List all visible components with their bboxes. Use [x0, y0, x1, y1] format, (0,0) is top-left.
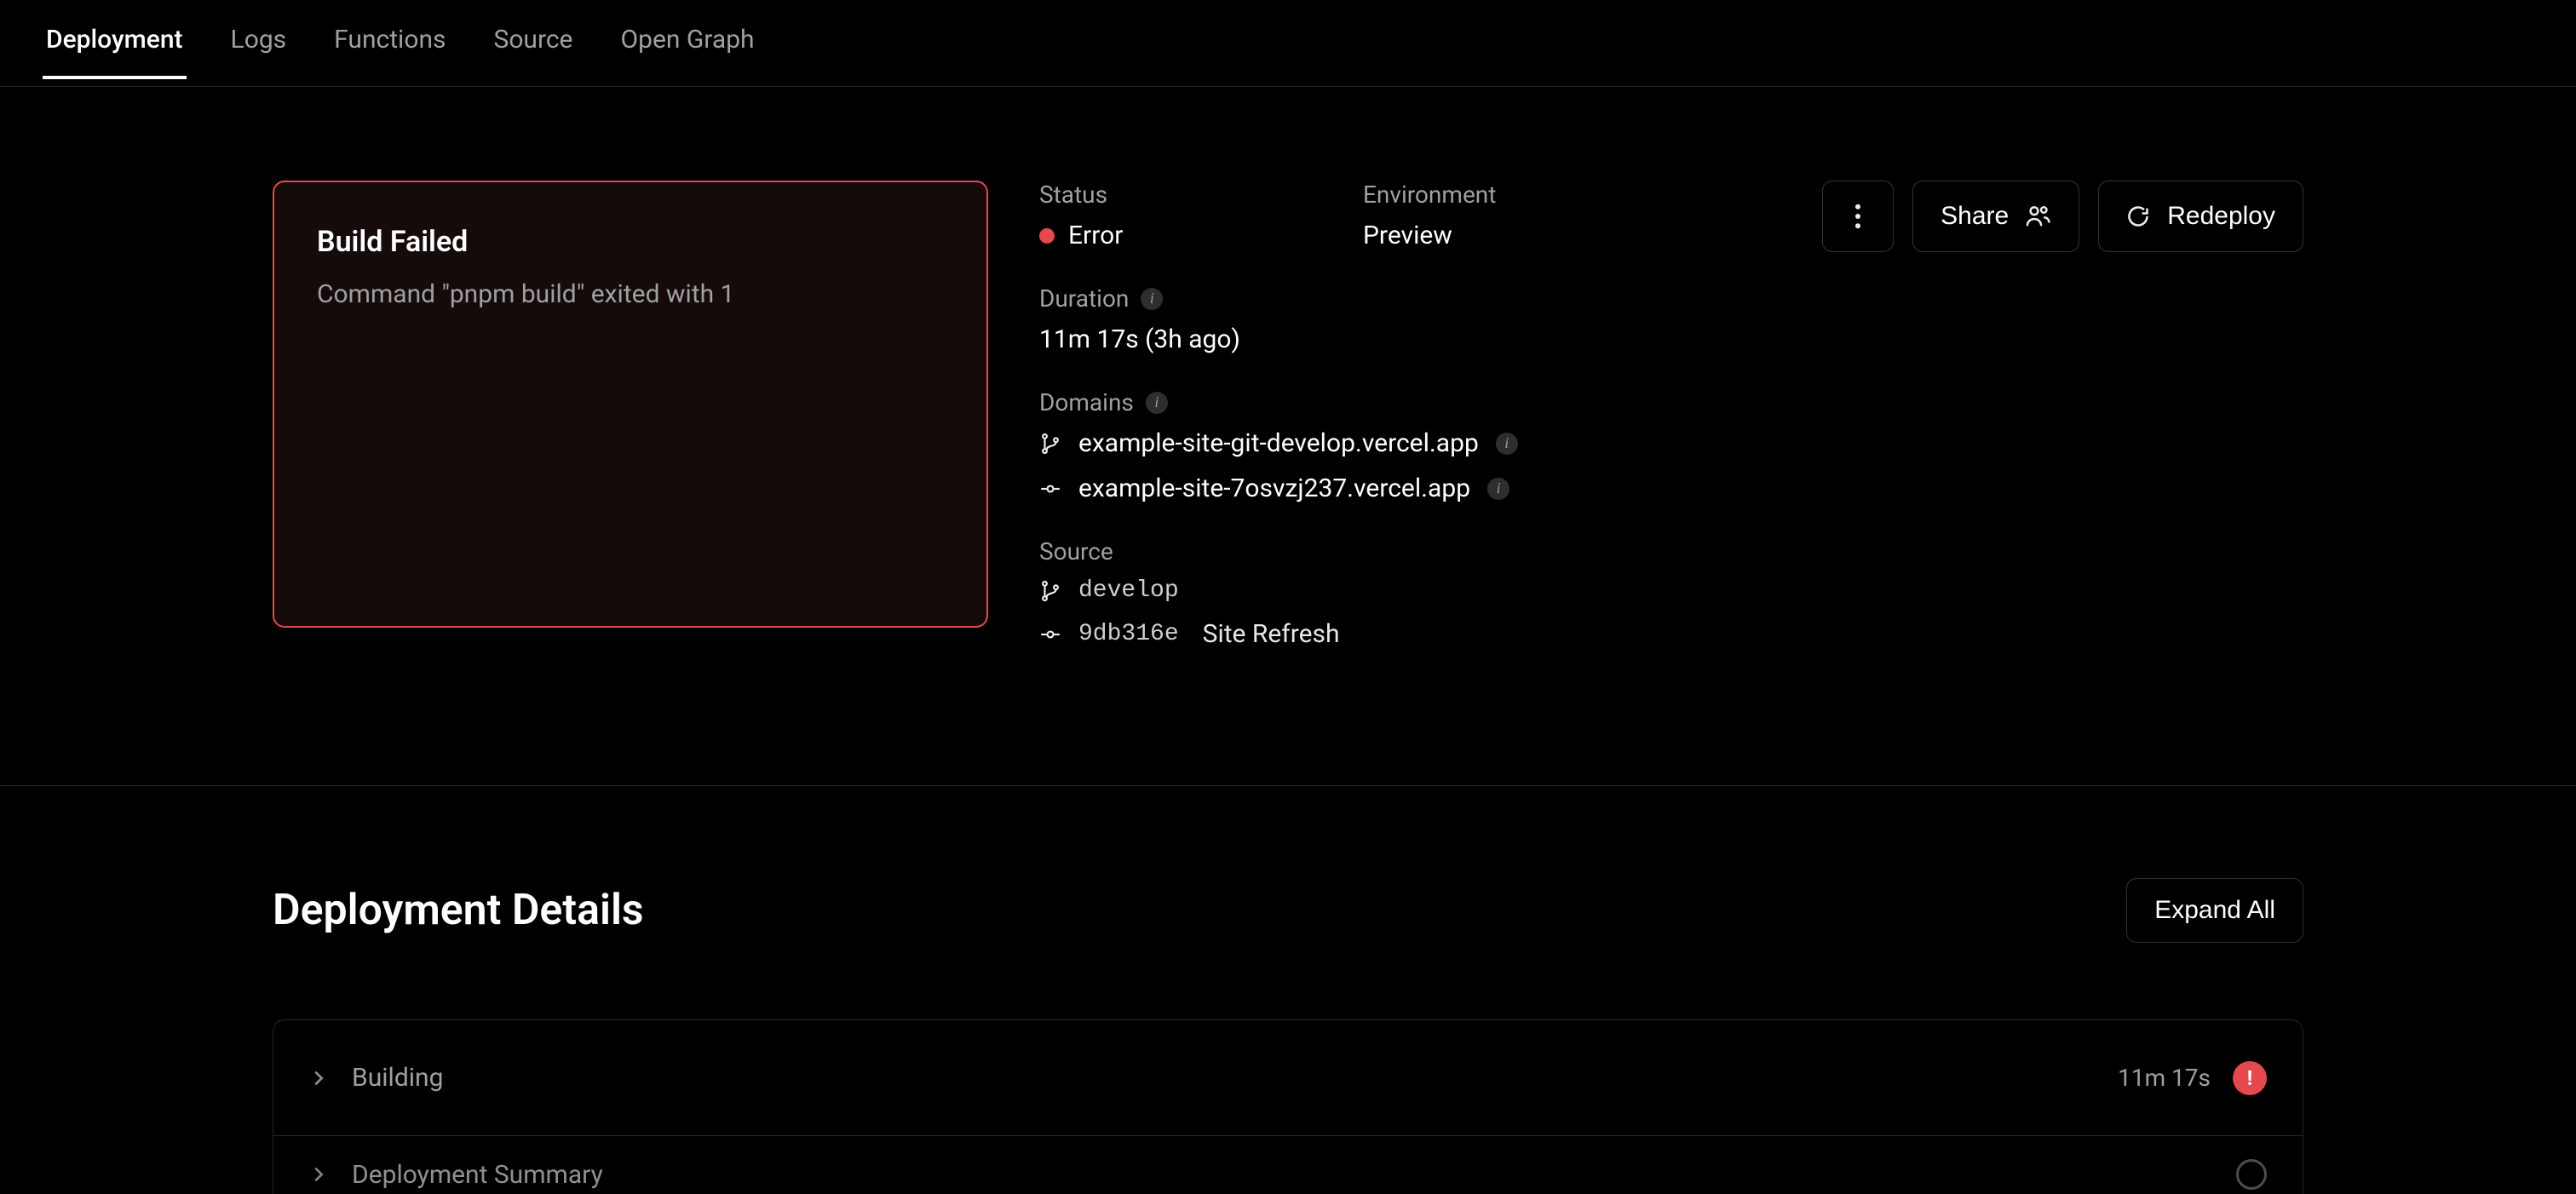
- domain-row: example-site-git-develop.vercel.app: [1039, 428, 1771, 458]
- git-branch-icon: [1039, 580, 1061, 602]
- share-button[interactable]: Share: [1912, 181, 2079, 252]
- environment-label: Environment: [1363, 181, 1567, 209]
- tab-source[interactable]: Source: [491, 25, 577, 78]
- source-label: Source: [1039, 537, 1771, 565]
- status-error-dot-icon: [1039, 228, 1055, 244]
- domain-row: example-site-7osvzj237.vercel.app: [1039, 474, 1771, 503]
- git-branch-icon: [1039, 433, 1061, 455]
- accordion-row-building[interactable]: Building 11m 17s: [273, 1020, 2303, 1136]
- source-branch-row: develop: [1039, 577, 1771, 604]
- git-commit-icon: [1039, 623, 1061, 646]
- redeploy-button[interactable]: Redeploy: [2098, 181, 2303, 252]
- tab-functions[interactable]: Functions: [331, 25, 449, 78]
- domain-link[interactable]: example-site-git-develop.vercel.app: [1078, 428, 1479, 458]
- build-error-message: Command "pnpm build" exited with 1: [317, 279, 944, 309]
- duration-label: Duration: [1039, 284, 1129, 313]
- accordion-label: Building: [352, 1063, 443, 1093]
- info-icon[interactable]: [1141, 288, 1163, 310]
- accordion-time: 11m 17s: [2118, 1064, 2211, 1092]
- info-icon[interactable]: [1496, 433, 1518, 455]
- domain-link[interactable]: example-site-7osvzj237.vercel.app: [1078, 474, 1470, 503]
- info-icon[interactable]: [1146, 392, 1168, 414]
- details-heading: Deployment Details: [273, 886, 644, 935]
- deployment-actions: Share Redeploy: [1822, 181, 2303, 649]
- build-status-title: Build Failed: [317, 225, 944, 259]
- duration-value: 11m 17s (3h ago): [1039, 324, 1771, 354]
- status-text: Error: [1068, 221, 1123, 250]
- tab-logs[interactable]: Logs: [227, 25, 290, 78]
- source-commit-hash[interactable]: 9db316e: [1078, 621, 1179, 647]
- details-accordion: Building 11m 17s Deployment Summary: [273, 1019, 2303, 1194]
- refresh-icon: [2126, 204, 2150, 228]
- chevron-right-icon: [309, 1165, 328, 1184]
- deployment-overview: Build Failed Command "pnpm build" exited…: [0, 87, 2576, 649]
- deployment-meta: Status Error Environment Preview Duratio…: [1039, 181, 1771, 649]
- deployment-details: Deployment Details Expand All Building 1…: [0, 786, 2576, 1194]
- redeploy-label: Redeploy: [2167, 202, 2275, 231]
- deployment-tabs: Deployment Logs Functions Source Open Gr…: [0, 0, 2576, 87]
- source-commit-message: Site Refresh: [1203, 619, 1340, 649]
- status-ring-icon: [2236, 1159, 2267, 1190]
- source-branch[interactable]: develop: [1078, 577, 1179, 604]
- users-icon: [2026, 204, 2051, 228]
- info-icon[interactable]: [1487, 478, 1509, 500]
- share-label: Share: [1941, 202, 2009, 231]
- chevron-right-icon: [309, 1069, 328, 1088]
- build-preview-card: Build Failed Command "pnpm build" exited…: [273, 181, 988, 628]
- git-commit-icon: [1039, 478, 1061, 500]
- environment-value: Preview: [1363, 221, 1567, 250]
- domains-label: Domains: [1039, 388, 1134, 416]
- expand-all-button[interactable]: Expand All: [2126, 878, 2303, 943]
- error-badge-icon: [2233, 1061, 2267, 1095]
- accordion-label: Deployment Summary: [352, 1160, 603, 1190]
- status-value: Error: [1039, 221, 1244, 250]
- kebab-icon: [1854, 204, 1861, 229]
- tab-deployment[interactable]: Deployment: [43, 25, 187, 78]
- source-commit-row: 9db316e Site Refresh: [1039, 619, 1771, 649]
- status-label: Status: [1039, 181, 1244, 209]
- tab-open-graph[interactable]: Open Graph: [617, 25, 757, 78]
- more-actions-button[interactable]: [1822, 181, 1894, 252]
- accordion-row-summary[interactable]: Deployment Summary: [273, 1136, 2303, 1194]
